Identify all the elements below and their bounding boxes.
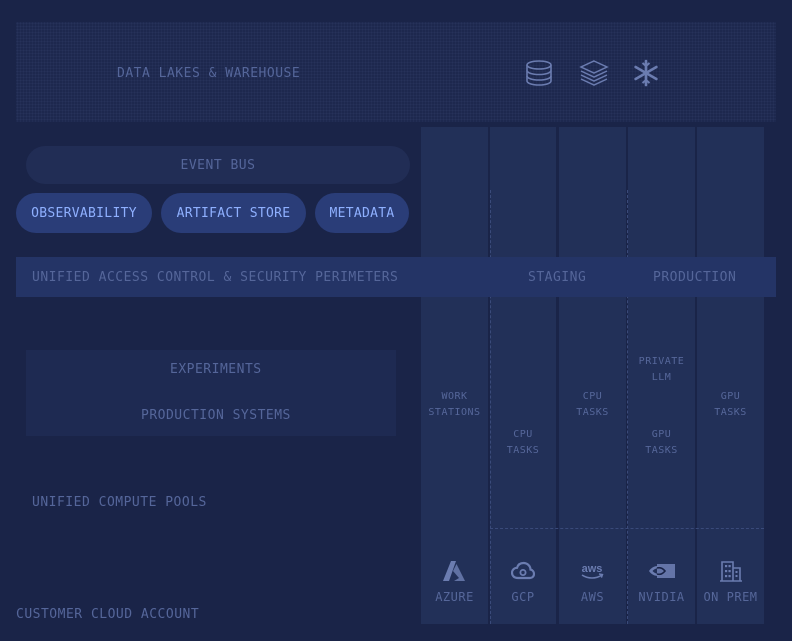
column-gcp (490, 127, 556, 624)
provider-label-onprem: ON PREM (703, 590, 758, 604)
svg-text:aws: aws (582, 563, 603, 575)
metadata-pill: METADATA (315, 193, 409, 233)
provider-label-aws: AWS (580, 590, 605, 604)
security-perimeter-label: UNIFIED ACCESS CONTROL & SECURITY PERIME… (32, 270, 399, 285)
event-bus: EVENT BUS (26, 146, 410, 184)
gpu-tasks-onprem-label: GPU TASKS (714, 391, 747, 418)
cpu-tasks-aws-label: CPU TASKS (576, 391, 609, 418)
customer-cloud-account-label: CUSTOMER CLOUD ACCOUNT (16, 607, 200, 622)
column-aws (559, 127, 626, 624)
provider-label-azure: AZURE (435, 590, 474, 604)
aws-icon: aws (581, 563, 604, 579)
cpu-tasks-gcp-label: CPU TASKS (506, 429, 540, 456)
data-lakes-label: DATA LAKES & WAREHOUSE (117, 66, 301, 81)
database-icon (526, 60, 552, 86)
column-azure (421, 127, 488, 624)
divider-line (490, 190, 491, 624)
compute-divider (490, 528, 764, 529)
azure-icon (443, 561, 465, 581)
observability-pill: OBSERVABILITY (16, 193, 152, 233)
experiments-label: EXPERIMENTS (170, 362, 262, 377)
compute-pools-label: UNIFIED COMPUTE POOLS (32, 495, 207, 510)
production-systems-label: PRODUCTION SYSTEMS (141, 408, 291, 423)
nvidia-icon (649, 564, 675, 578)
artifact-store-pill: ARTIFACT STORE (161, 193, 306, 233)
work-stations-label: WORK STATIONS (428, 391, 481, 418)
divider-line (627, 190, 628, 624)
gcp-cloud-icon (511, 561, 535, 580)
column-onprem (697, 127, 764, 624)
staging-label: STAGING (528, 270, 587, 285)
provider-label-gcp: GCP (511, 590, 535, 604)
snowflake-icon (634, 59, 658, 87)
gpu-tasks-nvidia-label: GPU TASKS (645, 429, 678, 456)
layers-stack-icon (579, 60, 609, 86)
provider-label-nvidia: NVIDIA (638, 590, 685, 604)
building-icon (720, 561, 742, 582)
production-label: PRODUCTION (653, 270, 737, 285)
private-llm-label: PRIVATE LLM (638, 356, 685, 383)
